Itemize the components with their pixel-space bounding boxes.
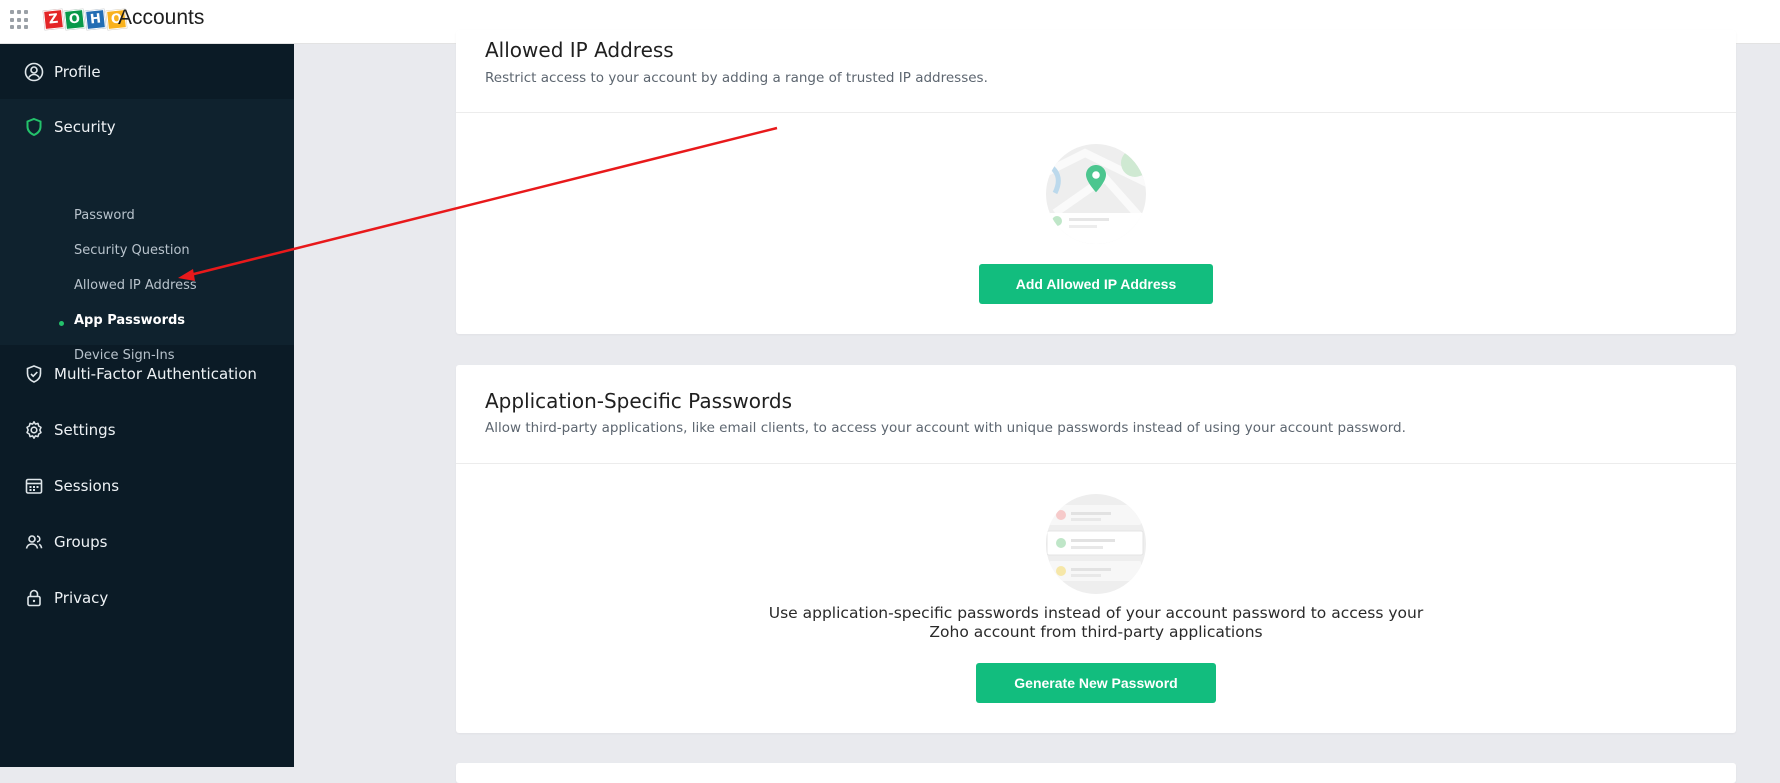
sidebar-item-label: Settings: [54, 421, 116, 439]
sidebar-subitem-allowed-ip[interactable]: Allowed IP Address: [74, 278, 197, 293]
sidebar-item-mfa[interactable]: Multi-Factor Authentication: [0, 346, 294, 402]
sidebar-item-groups[interactable]: Groups: [0, 514, 294, 570]
sidebar: Profile Security Password Security Quest…: [0, 44, 294, 767]
sidebar-subitem-security-question[interactable]: Security Question: [74, 243, 190, 258]
sidebar-item-label: Groups: [54, 533, 108, 551]
sidebar-item-profile[interactable]: Profile: [0, 44, 294, 100]
sidebar-subitem-app-passwords[interactable]: App Passwords: [74, 313, 185, 328]
sidebar-item-label: Sessions: [54, 477, 120, 495]
logo-letter-z: Z: [43, 9, 64, 30]
empty-state-line-2: Zoho account from third-party applicatio…: [929, 623, 1263, 641]
logo-letter-h: H: [85, 9, 106, 30]
password-list-illustration: [1045, 493, 1147, 599]
sidebar-item-sessions[interactable]: Sessions: [0, 458, 294, 514]
add-allowed-ip-button[interactable]: Add Allowed IP Address: [979, 264, 1213, 304]
app-passwords-card: Application-Specific Passwords Allow thi…: [456, 365, 1736, 733]
shield-icon: [24, 117, 44, 137]
users-icon: [24, 532, 44, 552]
zoho-logo[interactable]: Z O H O: [43, 8, 128, 32]
sidebar-item-security[interactable]: Security: [0, 99, 294, 155]
allowed-ip-description: Restrict access to your account by addin…: [485, 70, 988, 86]
active-indicator-dot: [59, 321, 64, 326]
gear-icon: [24, 420, 44, 440]
next-card: [456, 763, 1736, 783]
app-passwords-description: Allow third-party applications, like ema…: [485, 420, 1406, 436]
lock-icon: [24, 588, 44, 608]
shield-check-icon: [24, 364, 44, 384]
calendar-grid-icon: [24, 476, 44, 496]
sidebar-item-label: Privacy: [54, 589, 109, 607]
divider: [456, 463, 1736, 464]
sidebar-item-label: Profile: [54, 63, 101, 81]
app-passwords-title: Application-Specific Passwords: [485, 389, 793, 413]
user-circle-icon: [24, 62, 44, 82]
generate-new-password-button[interactable]: Generate New Password: [976, 663, 1216, 703]
security-section: Security Password Security Question Allo…: [0, 99, 294, 363]
sidebar-item-label: Security: [54, 118, 116, 136]
sidebar-subitem-password[interactable]: Password: [74, 208, 135, 223]
sidebar-item-label: Multi-Factor Authentication: [54, 365, 257, 383]
sidebar-item-settings[interactable]: Settings: [0, 402, 294, 458]
sidebar-item-privacy[interactable]: Privacy: [0, 570, 294, 626]
allowed-ip-card: Allowed IP Address Restrict access to yo…: [456, 30, 1736, 334]
allowed-ip-title: Allowed IP Address: [485, 38, 674, 62]
logo-letter-o: O: [64, 9, 85, 30]
apps-grid-icon[interactable]: [10, 10, 30, 30]
empty-state-line-1: Use application-specific passwords inste…: [768, 604, 1424, 622]
divider: [456, 112, 1736, 113]
map-location-illustration: [1045, 143, 1147, 249]
app-title: Accounts: [118, 6, 205, 29]
